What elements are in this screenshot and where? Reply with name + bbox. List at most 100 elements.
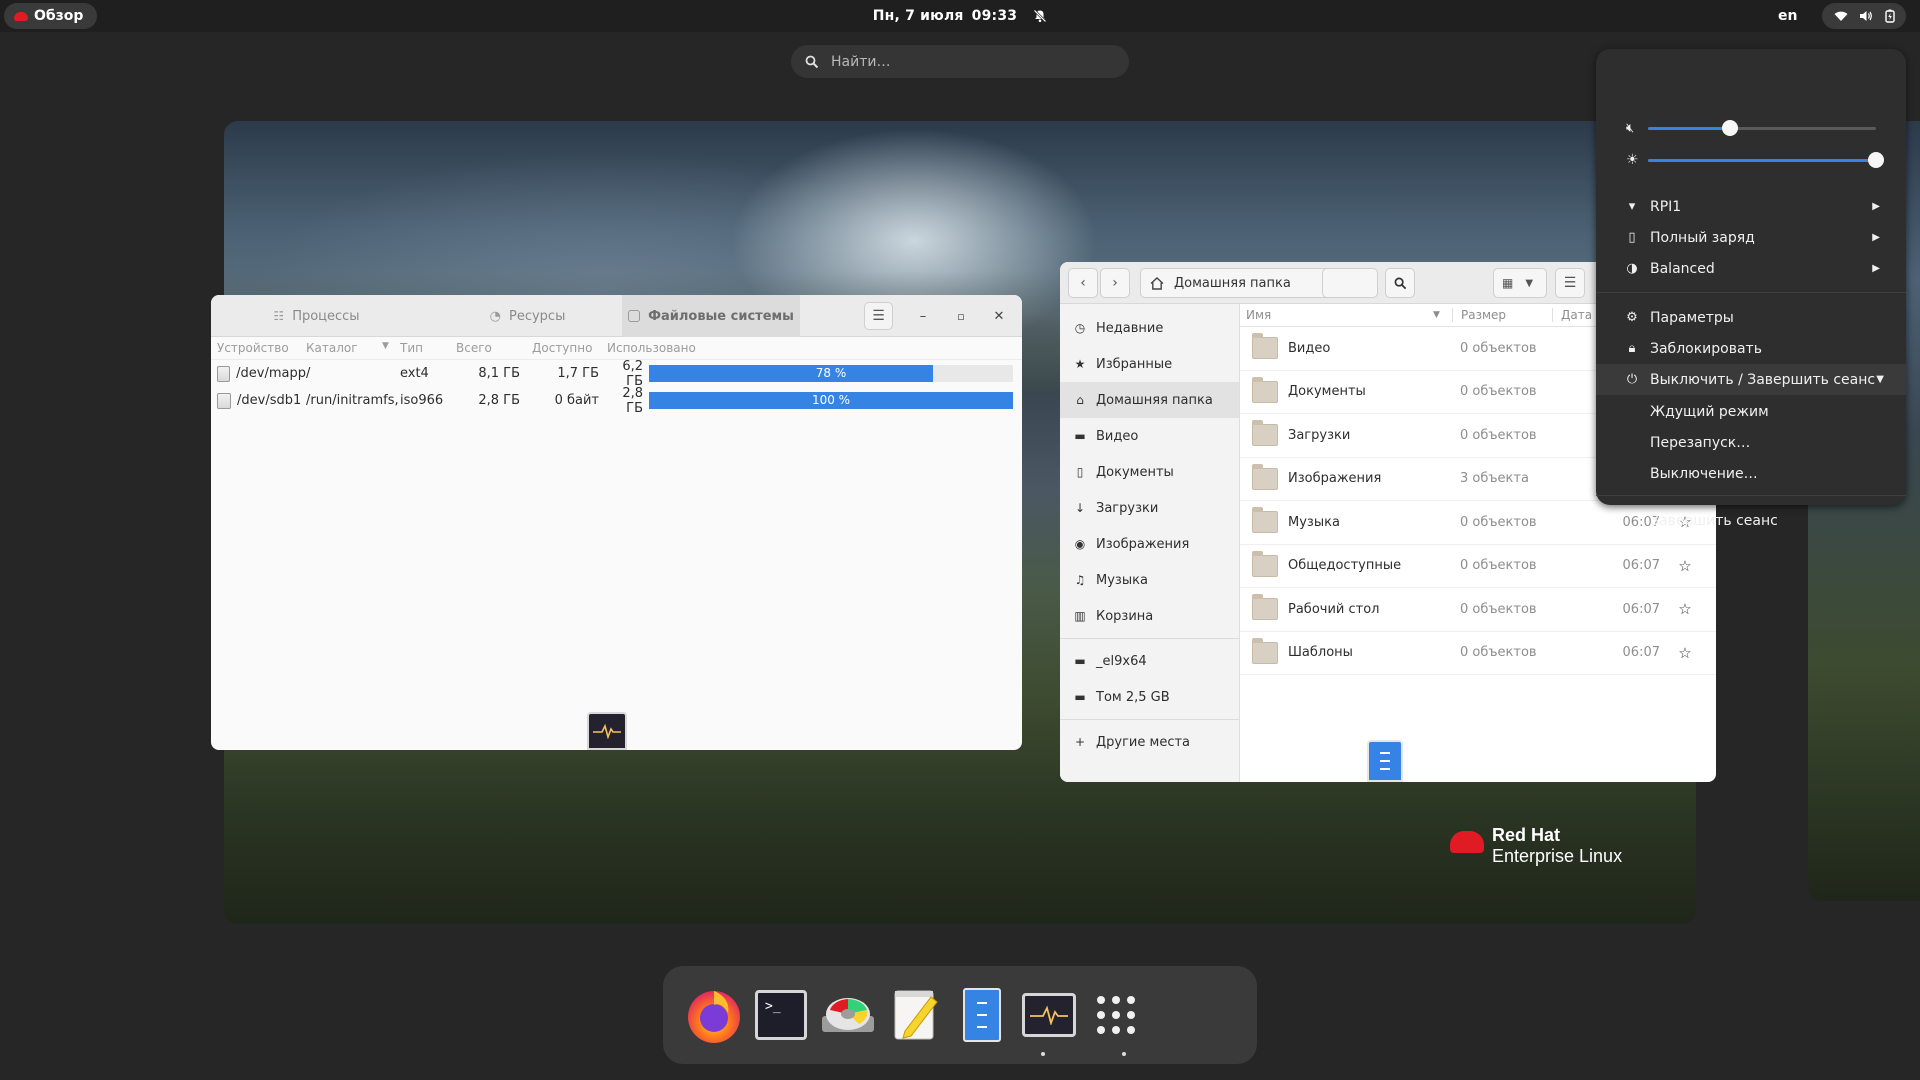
logout-item[interactable]: Завершить сеанс bbox=[1596, 505, 1906, 536]
restart-item[interactable]: Перезапуск… bbox=[1596, 427, 1906, 458]
search-button[interactable] bbox=[1385, 268, 1415, 298]
home-icon bbox=[1150, 276, 1164, 290]
cell-size: 0 объектов bbox=[1460, 558, 1537, 574]
chevron-down-icon: ▼ bbox=[1876, 374, 1884, 385]
power-icon: ⏻ bbox=[1626, 372, 1638, 387]
suspend-label: Ждущий режим bbox=[1650, 403, 1769, 420]
volume-slider[interactable]: 🔇︎ bbox=[1626, 117, 1876, 139]
drive-icon: ▬ bbox=[1074, 690, 1086, 704]
power-off-logout-item[interactable]: ⏻ Выключить / Завершить сеанс ▼ bbox=[1596, 364, 1906, 395]
volume-muted-icon: 🔇︎ bbox=[1626, 120, 1635, 136]
notifications-muted-icon bbox=[1033, 9, 1047, 23]
table-row[interactable]: /dev/sdb1/run/initramfs, iso966 2,8 ГБ 0 ба… bbox=[211, 386, 1022, 416]
star-icon[interactable]: ☆ bbox=[1670, 644, 1700, 662]
menu-button[interactable]: ☰ bbox=[864, 302, 893, 330]
separator bbox=[1060, 638, 1239, 639]
tab-label: Ресурсы bbox=[509, 308, 566, 324]
search-input[interactable] bbox=[831, 53, 1091, 70]
list-item[interactable]: Шаблоны 0 объектов 06:07 ☆ bbox=[1240, 632, 1716, 675]
table-body: /dev/mapp / ext4 8,1 ГБ 1,7 ГБ 6,2 ГБ 78 %/dev… bbox=[211, 359, 1022, 416]
tab-filesystems[interactable]: Файловые системы bbox=[622, 295, 800, 337]
slider-knob[interactable] bbox=[1868, 152, 1884, 168]
slider-knob[interactable] bbox=[1722, 120, 1739, 136]
lock-icon: 🔒︎ bbox=[1628, 341, 1636, 356]
video-icon: ▬ bbox=[1074, 429, 1086, 443]
sidebar-item-label: Загрузки bbox=[1096, 500, 1159, 516]
firefox-launcher[interactable] bbox=[682, 983, 746, 1047]
power-off-item[interactable]: Выключение… bbox=[1596, 458, 1906, 489]
sidebar-item[interactable]: ▬ Видео bbox=[1060, 418, 1239, 454]
battery-item[interactable]: ▯ Полный заряд ▶ bbox=[1596, 222, 1906, 253]
back-button[interactable]: ‹ bbox=[1068, 268, 1098, 298]
cell-name: Видео bbox=[1240, 333, 1452, 360]
col-available[interactable]: Доступно bbox=[530, 341, 603, 355]
list-item[interactable]: Общедоступные 0 объектов 06:07 ☆ bbox=[1240, 545, 1716, 588]
sidebar-device[interactable]: ▬ Том 2,5 GB bbox=[1060, 679, 1239, 715]
sidebar-item[interactable]: ◉ Изображения bbox=[1060, 526, 1239, 562]
tab-label: Процессы bbox=[292, 308, 360, 324]
forward-button[interactable]: › bbox=[1100, 268, 1130, 298]
star-icon[interactable]: ☆ bbox=[1670, 600, 1700, 618]
clock[interactable]: Пн, 7 июля 09:33 bbox=[0, 0, 1920, 32]
device-text: /dev/mapp bbox=[236, 366, 306, 381]
files-launcher[interactable] bbox=[950, 983, 1014, 1047]
sidebar-item-label: _el9x64 bbox=[1096, 653, 1147, 669]
tab-resources[interactable]: ◔ Ресурсы bbox=[422, 295, 633, 337]
disk-usage-launcher[interactable] bbox=[816, 983, 880, 1047]
cell-name: Шаблоны bbox=[1240, 637, 1452, 664]
sidebar-item-label: Изображения bbox=[1096, 536, 1190, 552]
files-app-icon bbox=[1367, 740, 1403, 782]
list-item[interactable]: Рабочий стол 0 объектов 06:07 ☆ bbox=[1240, 588, 1716, 632]
arrow-right-icon: ▶ bbox=[1872, 232, 1880, 243]
minimize-button[interactable]: – bbox=[914, 307, 932, 325]
search-bar[interactable] bbox=[791, 45, 1129, 78]
sidebar-item[interactable]: ▥ Корзина bbox=[1060, 598, 1239, 634]
col-used[interactable]: Использовано bbox=[603, 341, 696, 355]
system-status-area[interactable] bbox=[1822, 3, 1906, 29]
menu-button[interactable]: ☰ bbox=[1555, 268, 1585, 298]
sidebar-other-places[interactable]: + Другие места bbox=[1060, 724, 1239, 760]
sidebar-item[interactable]: ◷ Недавние bbox=[1060, 310, 1239, 346]
lock-item[interactable]: 🔒︎ Заблокировать bbox=[1596, 333, 1906, 364]
col-size[interactable]: Размер bbox=[1452, 308, 1552, 322]
col-total[interactable]: Всего bbox=[450, 341, 530, 355]
wifi-item[interactable]: ▾ RPI1 ▶ bbox=[1596, 191, 1906, 222]
text-editor-launcher[interactable] bbox=[883, 983, 947, 1047]
col-directory[interactable]: Каталог ▼ bbox=[306, 341, 400, 355]
tab-processes[interactable]: ☷ Процессы bbox=[211, 295, 422, 337]
cell-name: Загрузки bbox=[1240, 420, 1452, 447]
system-monitor-launcher[interactable] bbox=[1017, 983, 1081, 1047]
sidebar-item[interactable]: ★ Избранные bbox=[1060, 346, 1239, 382]
star-icon[interactable]: ☆ bbox=[1670, 557, 1700, 575]
view-toggle[interactable]: ▦ ▼ bbox=[1493, 268, 1547, 298]
brightness-slider[interactable]: ☀ bbox=[1626, 149, 1884, 171]
folder-icon bbox=[1252, 637, 1278, 664]
slider-fill bbox=[1648, 158, 1876, 162]
cell-size: 0 объектов bbox=[1460, 384, 1537, 400]
sidebar-item[interactable]: ⌂ Домашняя папка bbox=[1060, 382, 1239, 418]
sidebar-item[interactable]: ↓ Загрузки bbox=[1060, 490, 1239, 526]
cell-size: 0 объектов bbox=[1460, 601, 1537, 617]
settings-item[interactable]: ⚙ Параметры bbox=[1596, 302, 1906, 333]
col-name[interactable]: Имя ▼ bbox=[1240, 308, 1452, 322]
show-apps-button[interactable] bbox=[1084, 983, 1148, 1047]
close-button[interactable]: ✕ bbox=[990, 307, 1008, 325]
download-icon: ↓ bbox=[1074, 501, 1086, 515]
sidebar-item[interactable]: ▯ Документы bbox=[1060, 454, 1239, 490]
suspend-item[interactable]: Ждущий режим bbox=[1596, 396, 1906, 427]
table-row[interactable]: /dev/mapp / ext4 8,1 ГБ 1,7 ГБ 6,2 ГБ 78 % bbox=[211, 359, 1022, 389]
terminal-launcher[interactable]: >_ bbox=[749, 983, 813, 1047]
search-icon bbox=[805, 55, 819, 68]
col-device[interactable]: Устройство bbox=[211, 341, 306, 355]
system-monitor-window[interactable]: ☷ Процессы ◔ Ресурсы Файловые системы ☰ … bbox=[211, 295, 1022, 750]
keyboard-layout[interactable]: en bbox=[1778, 8, 1797, 24]
col-type[interactable]: Тип bbox=[400, 341, 450, 355]
sidebar-item[interactable]: ♫ Музыка bbox=[1060, 562, 1239, 598]
chevron-left-icon: ‹ bbox=[1080, 275, 1086, 291]
sidebar-device[interactable]: ▬ _el9x64 bbox=[1060, 643, 1239, 679]
chevron-down-icon: ▼ bbox=[1525, 277, 1534, 289]
power-mode-item[interactable]: ◑ Balanced ▶ bbox=[1596, 253, 1906, 284]
sidebar-item-label: Документы bbox=[1096, 464, 1174, 480]
running-indicator bbox=[1041, 1052, 1045, 1056]
maximize-button[interactable]: ▫ bbox=[952, 307, 970, 325]
